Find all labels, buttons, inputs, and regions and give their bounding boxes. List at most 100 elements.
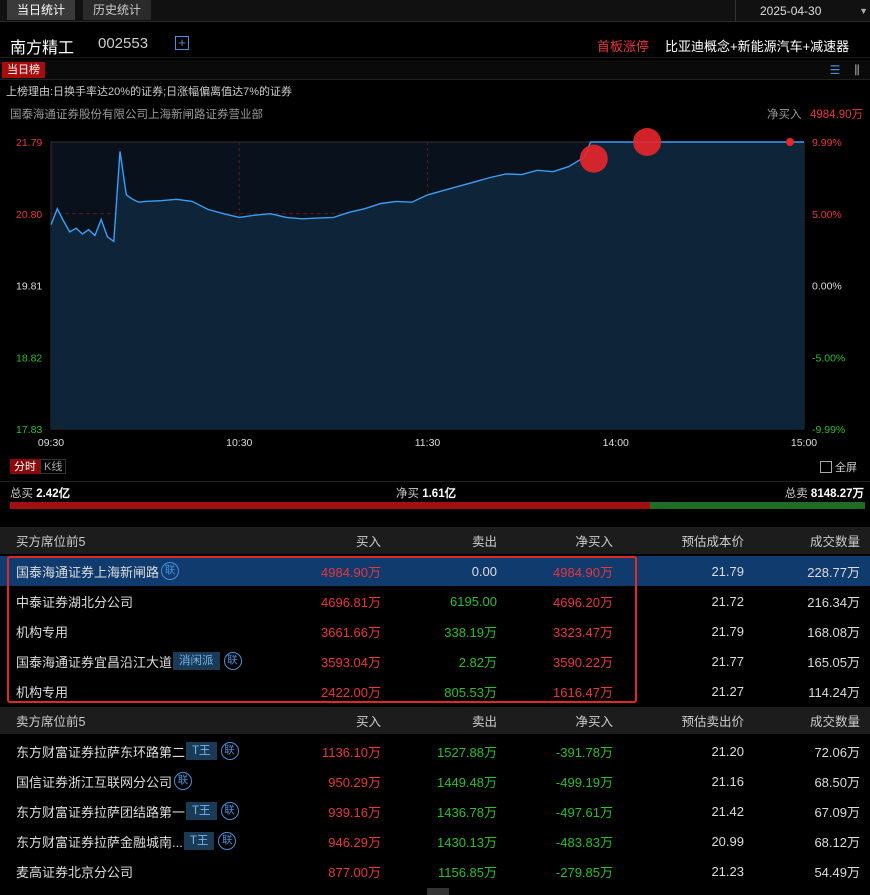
buy-amount: 4984.90万	[321, 564, 381, 580]
link-icon[interactable]: 联	[174, 772, 193, 790]
buy-amount: 2422.00万	[321, 684, 381, 700]
y-tick-label-left: 19.81	[16, 281, 42, 293]
table-row[interactable]: 国信证券浙江互联网分公司联 950.29万 1449.48万 -499.19万 21.1…	[0, 766, 870, 796]
net-amount: 1616.47万	[553, 684, 613, 700]
est-price: 21.23	[711, 863, 744, 879]
est-price: 21.79	[711, 563, 744, 579]
buy-amount: 3593.04万	[321, 654, 381, 670]
concept-text: 比亚迪概念+新能源汽车+减速器	[665, 39, 850, 54]
header-buy: 买入	[355, 715, 381, 729]
buy-amount: 3661.66万	[321, 624, 381, 640]
list-view-icon[interactable]: ☰	[828, 63, 842, 77]
table-row[interactable]: 东方财富证券拉萨金融城南... T王联 946.29万 1430.13万 -483.83…	[0, 826, 870, 856]
header-sell: 卖出	[471, 715, 497, 729]
sell-amount: 805.53万	[444, 684, 497, 700]
top-tab-bar: 当日统计 历史统计 2025-04-30 ▼	[0, 0, 870, 22]
stock-header: 南方精工 002553 + 首板涨停 比亚迪概念+新能源汽车+减速器	[0, 26, 870, 58]
broker-name-text: 国信证券浙江互联网分公司	[16, 774, 173, 790]
broker-name: 东方财富证券拉萨金融城南... T王联	[16, 826, 237, 856]
sell-amount: 1449.48万	[437, 774, 497, 790]
net-amount: -279.85万	[555, 864, 613, 880]
est-price: 21.27	[711, 683, 744, 699]
listing-reason: 上榜理由:日换手率达20%的证券;日涨幅偏离值达7%的证券	[6, 86, 293, 98]
stock-name: 南方精工	[10, 40, 75, 57]
net-amount: 4984.90万	[553, 564, 613, 580]
add-watchlist-icon[interactable]: +	[175, 36, 189, 50]
chevron-down-icon: ▼	[859, 6, 868, 16]
sell-amount: 6195.00	[450, 593, 497, 609]
table-row[interactable]: 机构专用 2422.00万 805.53万 1616.47万 21.27 114.24万	[0, 676, 870, 706]
total-sell: 总卖 8148.27万	[784, 488, 864, 500]
stock-code: 002553	[98, 35, 149, 52]
link-icon[interactable]: 联	[220, 802, 239, 820]
broker-name-text: 中泰证券湖北分公司	[16, 594, 134, 610]
fullscreen-label: 全屏	[835, 462, 857, 474]
table-row[interactable]: 东方财富证券拉萨东环路第二 T王联 1136.10万 1527.88万 -391.78万…	[0, 736, 870, 766]
x-tick-label: 14:00	[603, 437, 629, 449]
trader-tag[interactable]: T王	[186, 802, 217, 820]
table-row[interactable]: 机构专用 3661.66万 338.19万 3323.47万 21.79 168.08万	[0, 616, 870, 646]
table-row[interactable]: 国泰海通证券上海新闸路联 4984.90万 0.00 4984.90万 21.79 228…	[0, 556, 870, 586]
net-buy-total: 净买 1.61亿	[396, 488, 457, 500]
table-row[interactable]: 东方财富证券拉萨团结路第一 T王联 939.16万 1436.78万 -497.61万 2…	[0, 796, 870, 826]
net-amount: -499.19万	[555, 774, 613, 790]
buy-amount: 4696.81万	[321, 594, 381, 610]
x-axis: 09:30 10:30 11:30 14:00 15:00	[38, 437, 817, 449]
header-cost: 预估成本价	[681, 535, 744, 549]
y-tick-label-right: 0.00%	[812, 281, 842, 293]
broker-name: 机构专用	[16, 676, 68, 706]
list-tag[interactable]: 当日榜	[2, 62, 45, 78]
broker-name-text: 国泰海通证券宜昌沿江大道	[16, 654, 173, 670]
summary-bar: 总买 2.42亿 净买 1.61亿 总卖 8148.27万	[0, 481, 870, 521]
trader-tag[interactable]: T王	[183, 832, 215, 850]
header-sell-price: 预估卖出价	[681, 715, 744, 729]
volume: 216.34万	[807, 594, 860, 610]
volume: 72.06万	[814, 744, 860, 760]
est-price: 21.20	[711, 743, 744, 759]
x-tick-label: 09:30	[38, 437, 64, 449]
fullscreen-icon	[820, 461, 832, 473]
sell-amount: 338.19万	[444, 624, 497, 640]
y-axis-right: 9.99% 5.00% 0.00% -5.00% -9.99%	[812, 137, 845, 436]
broker-name-text: 机构专用	[16, 684, 69, 700]
header-volume: 成交数量	[809, 715, 860, 729]
link-icon[interactable]: 联	[161, 562, 180, 580]
header-net: 净买入	[575, 535, 613, 549]
trader-tag[interactable]: T王	[186, 742, 217, 760]
y-tick-label-left: 18.82	[16, 352, 42, 364]
sell-table-header: 卖方席位前5 买入 卖出 净买入 预估卖出价 成交数量	[0, 707, 870, 734]
buy-table-header: 买方席位前5 买入 卖出 净买入 预估成本价 成交数量	[0, 527, 870, 554]
broker-name: 国泰海通证券宜昌沿江大道 消闲派联	[16, 646, 242, 676]
intraday-chart[interactable]: 21.79 20.80 19.81 18.82 17.83 9.99% 5.00% 0.00…	[0, 120, 870, 460]
tab-today-stats[interactable]: 当日统计	[7, 0, 76, 20]
trader-tag[interactable]: 消闲派	[173, 652, 220, 670]
tab-kline[interactable]: K线	[40, 459, 67, 474]
x-tick-label: 10:30	[226, 437, 252, 449]
buy-amount: 939.16万	[328, 804, 381, 820]
y-tick-label-left: 17.83	[16, 424, 42, 436]
fullscreen-button[interactable]: 全屏	[820, 459, 857, 475]
scroll-handle[interactable]	[427, 888, 449, 895]
y-tick-label-right: 5.00%	[812, 209, 842, 221]
broker-name: 东方财富证券拉萨团结路第一 T王联	[16, 796, 239, 826]
table-row[interactable]: 国泰海通证券宜昌沿江大道 消闲派联 3593.04万 2.82万 3590.22万 21.…	[0, 646, 870, 676]
link-icon[interactable]: 联	[223, 652, 242, 670]
link-icon[interactable]: 联	[220, 742, 239, 760]
y-tick-label-left: 21.79	[16, 137, 42, 149]
net-amount: 4696.20万	[553, 594, 613, 610]
buy-amount: 950.29万	[328, 774, 381, 790]
volume: 168.08万	[807, 624, 860, 640]
x-tick-label: 11:30	[415, 437, 441, 449]
table-row[interactable]: 中泰证券湖北分公司 4696.81万 6195.00 4696.20万 21.72 216…	[0, 586, 870, 616]
bar-chart-icon[interactable]: ⫼	[850, 63, 864, 77]
header-volume: 成交数量	[809, 535, 860, 549]
buy-amount: 946.29万	[328, 834, 381, 850]
volume: 165.05万	[807, 654, 860, 670]
date-selector[interactable]: 2025-04-30 ▼	[735, 0, 870, 22]
sell-amount: 1527.88万	[437, 744, 497, 760]
tab-intraday[interactable]: 分时	[10, 459, 40, 474]
tab-history-stats[interactable]: 历史统计	[83, 0, 152, 20]
sell-amount: 1436.78万	[437, 804, 497, 820]
table-row[interactable]: 麦高证券北京分公司 877.00万 1156.85万 -279.85万 21.23 54.…	[0, 856, 870, 886]
link-icon[interactable]: 联	[218, 832, 237, 850]
